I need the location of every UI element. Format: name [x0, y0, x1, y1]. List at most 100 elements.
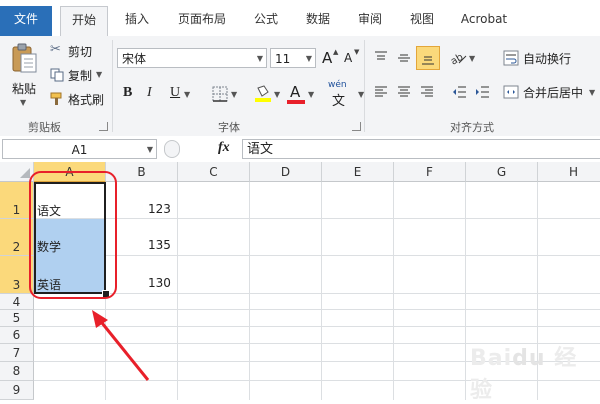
group-divider: [112, 40, 113, 132]
fill-color-icon[interactable]: [254, 84, 272, 102]
font-launcher-icon[interactable]: [352, 122, 361, 131]
font-name-combobox[interactable]: 宋体 ▼: [117, 48, 267, 68]
font-color-icon: A: [290, 83, 301, 101]
wrap-text-label: 自动换行: [523, 52, 572, 66]
tab-insert[interactable]: 插入: [112, 6, 162, 32]
merge-center-button[interactable]: 合并后居中 ▼: [503, 82, 600, 102]
paste-label: 粘贴: [12, 82, 37, 96]
column-header-g[interactable]: G: [466, 162, 538, 182]
column-header-f[interactable]: F: [394, 162, 466, 182]
formula-bar-splitter-icon[interactable]: [164, 140, 180, 158]
row-header-8[interactable]: 8: [0, 362, 34, 381]
italic-button[interactable]: I: [147, 85, 152, 101]
align-left-icon[interactable]: [373, 84, 389, 100]
row-header-9[interactable]: 9: [0, 381, 34, 400]
tab-view[interactable]: 视图: [398, 6, 446, 32]
column-header-h[interactable]: H: [538, 162, 600, 182]
cell-b1[interactable]: 123: [148, 202, 171, 216]
cut-button[interactable]: ✂ 剪切: [48, 42, 108, 60]
font-name-value: 宋体: [122, 52, 147, 66]
column-header-e[interactable]: E: [322, 162, 394, 182]
row-header-4[interactable]: 4: [0, 294, 34, 310]
tab-data[interactable]: 数据: [294, 6, 342, 32]
fill-color-dropdown-icon[interactable]: ▼: [274, 90, 280, 99]
paste-dropdown-icon[interactable]: ▼: [20, 98, 26, 107]
column-header-c[interactable]: C: [178, 162, 250, 182]
borders-dropdown-icon[interactable]: ▼: [231, 90, 237, 99]
align-bottom-icon: [422, 56, 434, 65]
cut-label: 剪切: [68, 45, 93, 59]
font-size-value: 11: [275, 52, 291, 66]
increase-indent-icon[interactable]: [474, 84, 490, 100]
alignment-group-label: 对齐方式: [450, 121, 494, 134]
tab-review[interactable]: 审阅: [346, 6, 394, 32]
ribbon: 粘贴 ▼ ✂ 剪切 复制 ▼ 格式刷 剪贴板 宋体 ▼ 11 ▼ A ▲ A ▼: [0, 36, 600, 137]
row-header-5[interactable]: 5: [0, 310, 34, 327]
format-painter-button[interactable]: 格式刷: [48, 90, 110, 108]
font-size-dropdown-icon[interactable]: ▼: [306, 49, 312, 69]
merge-center-label: 合并后居中: [523, 86, 584, 100]
tab-formulas[interactable]: 公式: [242, 6, 290, 32]
annotation-arrow-icon: [92, 310, 150, 381]
font-size-combobox[interactable]: 11 ▼: [270, 48, 316, 68]
tab-page-layout[interactable]: 页面布局: [166, 6, 238, 32]
underline-button[interactable]: U: [170, 85, 180, 101]
align-top-icon[interactable]: [373, 50, 389, 66]
align-center-icon[interactable]: [396, 84, 412, 100]
formula-input-value: 语文: [247, 142, 274, 157]
worksheet-grid: A B C D E F G H 1 2 3 4 5 6 7 8 9 语文 123…: [0, 162, 600, 403]
name-box-value: A1: [71, 143, 88, 157]
underline-dropdown-icon[interactable]: ▼: [184, 90, 190, 99]
wrap-text-icon: [503, 50, 519, 66]
tab-acrobat[interactable]: Acrobat: [450, 6, 518, 32]
formula-input[interactable]: 语文: [242, 139, 600, 159]
column-header-b[interactable]: B: [106, 162, 178, 182]
column-header-d[interactable]: D: [250, 162, 322, 182]
clipboard-group-label: 剪贴板: [28, 121, 61, 134]
paste-button[interactable]: 粘贴 ▼: [6, 40, 42, 112]
font-group-label: 字体: [218, 121, 240, 134]
wrap-text-button[interactable]: 自动换行: [503, 48, 597, 68]
tab-home[interactable]: 开始: [60, 6, 108, 37]
grow-font-button[interactable]: A ▲: [320, 48, 340, 68]
annotation-highlight-box: [29, 171, 117, 299]
align-middle-icon[interactable]: [396, 50, 412, 66]
copy-dropdown-icon[interactable]: ▼: [96, 70, 102, 79]
align-right-icon[interactable]: [419, 84, 435, 100]
grow-font-icon: A: [322, 49, 333, 67]
copy-button[interactable]: 复制 ▼: [48, 66, 108, 84]
paste-icon: [12, 43, 37, 73]
row-header-6[interactable]: 6: [0, 327, 34, 344]
borders-icon[interactable]: [212, 86, 228, 102]
clipboard-launcher-icon[interactable]: [99, 122, 108, 131]
name-box[interactable]: A1 ▼: [2, 139, 157, 159]
copy-icon: [50, 68, 64, 82]
scissors-icon: ✂: [50, 42, 61, 57]
merge-center-dropdown-icon[interactable]: ▼: [589, 88, 595, 97]
insert-function-button[interactable]: fx: [218, 140, 230, 156]
cell-b2[interactable]: 135: [148, 238, 171, 252]
row-header-7[interactable]: 7: [0, 344, 34, 362]
align-bottom-button[interactable]: [416, 46, 440, 70]
cell-b3[interactable]: 130: [148, 276, 171, 290]
merge-center-icon: [503, 85, 519, 99]
orientation-dropdown-icon[interactable]: ▼: [469, 54, 475, 63]
phonetic-guide-button[interactable]: wén 文: [326, 80, 358, 109]
bold-button[interactable]: B: [123, 85, 132, 101]
shrink-font-icon: A: [344, 51, 353, 65]
tab-file[interactable]: 文件: [0, 6, 52, 36]
phonetic-icon: wén: [328, 80, 347, 90]
font-name-dropdown-icon[interactable]: ▼: [257, 49, 263, 69]
name-box-dropdown-icon[interactable]: ▼: [147, 140, 153, 160]
copy-label: 复制: [68, 69, 93, 83]
shrink-font-button[interactable]: A ▼: [342, 48, 362, 68]
format-painter-label: 格式刷: [68, 93, 105, 107]
baidu-watermark: Baidu 经验: [470, 346, 578, 403]
decrease-indent-icon[interactable]: [451, 84, 467, 100]
font-color-dropdown-icon[interactable]: ▼: [308, 90, 314, 99]
formula-bar: A1 ▼ fx 语文: [0, 136, 600, 163]
group-divider: [364, 40, 365, 132]
orientation-icon[interactable]: ab: [449, 50, 467, 66]
font-color-button[interactable]: A: [287, 82, 305, 104]
ribbon-tab-row: 文件 开始 插入 页面布局 公式 数据 审阅 视图 Acrobat: [0, 0, 600, 37]
